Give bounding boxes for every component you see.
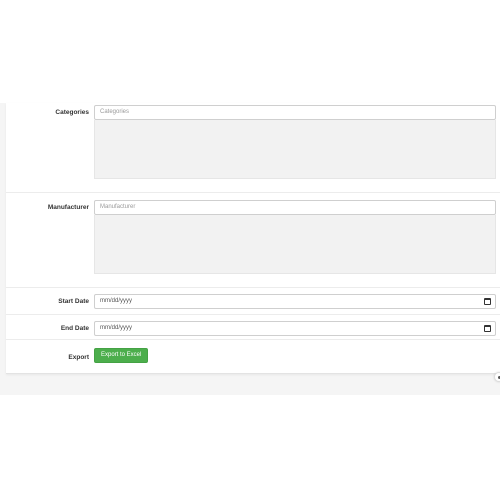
- end-date-row: End Date mm/dd/yyyy: [6, 314, 500, 339]
- start-date-input[interactable]: mm/dd/yyyy: [94, 294, 496, 309]
- export-label: Export: [68, 354, 89, 361]
- export-form-panel: Categories Categories Manufacturer Manuf…: [6, 103, 500, 374]
- help-icon[interactable]: [494, 372, 500, 382]
- start-date-value: mm/dd/yyyy: [100, 298, 133, 304]
- start-date-row: Start Date mm/dd/yyyy: [6, 287, 500, 314]
- export-row: Export Export to Excel: [6, 339, 500, 374]
- manufacturer-listbox[interactable]: [94, 215, 496, 274]
- end-date-value: mm/dd/yyyy: [100, 325, 133, 331]
- categories-row: Categories Categories: [6, 103, 500, 192]
- calendar-icon[interactable]: [484, 325, 491, 332]
- categories-search-input[interactable]: Categories: [94, 105, 496, 120]
- end-date-input[interactable]: mm/dd/yyyy: [94, 321, 496, 336]
- manufacturer-search-input[interactable]: Manufacturer: [94, 200, 496, 215]
- categories-label: Categories: [55, 109, 89, 116]
- categories-listbox[interactable]: [94, 120, 496, 179]
- end-date-label: End Date: [60, 325, 89, 332]
- manufacturer-row: Manufacturer Manufacturer: [6, 192, 500, 287]
- start-date-label: Start Date: [58, 298, 89, 305]
- manufacturer-label: Manufacturer: [47, 204, 89, 211]
- calendar-icon[interactable]: [484, 298, 491, 305]
- export-to-excel-button[interactable]: Export to Excel: [94, 348, 149, 363]
